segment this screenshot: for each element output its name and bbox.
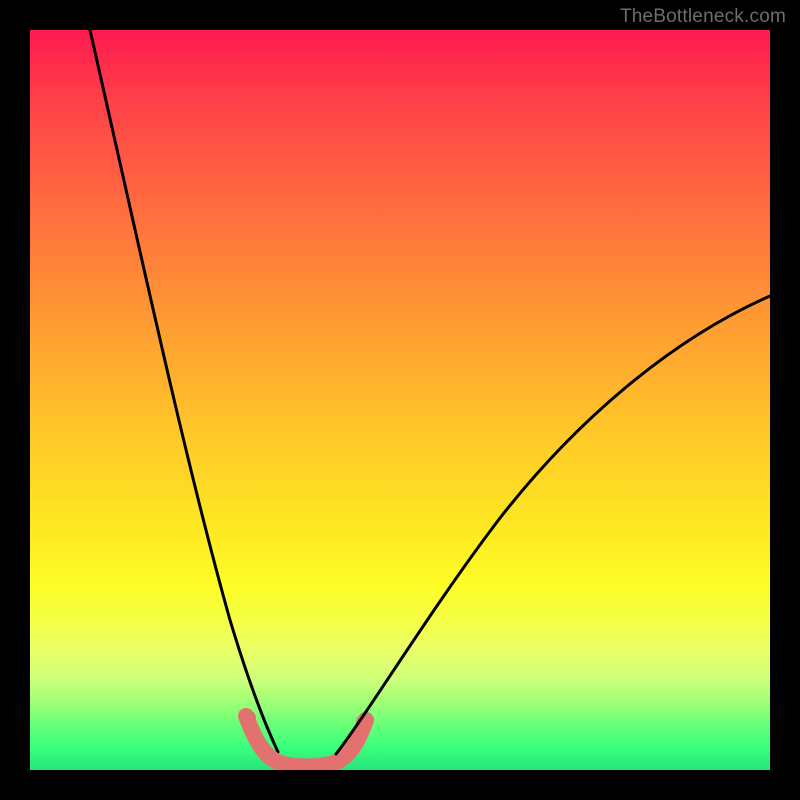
chart-frame: TheBottleneck.com [0, 0, 800, 800]
curve-layer [30, 30, 770, 770]
watermark-text: TheBottleneck.com [620, 6, 786, 28]
curve-trough-highlight [246, 716, 366, 767]
curve-left-branch [90, 30, 278, 752]
plot-area [30, 30, 770, 770]
trough-cap-left [240, 710, 256, 726]
curve-right-branch [336, 296, 770, 754]
